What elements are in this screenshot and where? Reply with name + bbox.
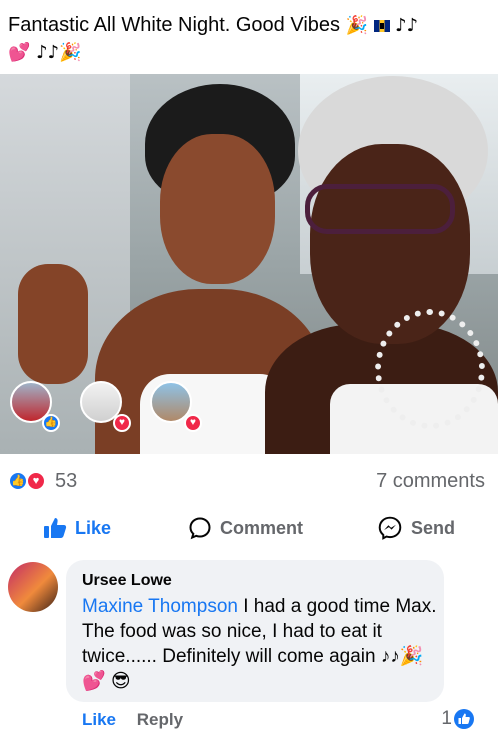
love-badge-icon: ♥ bbox=[113, 414, 131, 432]
messenger-icon bbox=[378, 516, 402, 540]
comment-bubble[interactable]: Ursee Lowe Maxine Thompson I had a good … bbox=[66, 560, 444, 702]
send-button[interactable]: Send bbox=[377, 514, 455, 542]
music-notes-emoji: ♪♪ bbox=[395, 15, 419, 36]
caption-text: Fantastic All White Night. Good Vibes bbox=[8, 14, 341, 36]
comment-reply-button[interactable]: Reply bbox=[137, 710, 183, 729]
like-badge-icon: 👍 bbox=[42, 414, 60, 432]
like-button[interactable]: Like bbox=[43, 514, 111, 542]
comment-text: Maxine Thompson I had a good time Max. T… bbox=[82, 594, 438, 694]
comment-author[interactable]: Ursee Lowe bbox=[82, 572, 172, 590]
post-actions: Like Comment Send bbox=[0, 508, 498, 548]
like-reaction-icon[interactable]: 👍 bbox=[8, 471, 28, 491]
post-photo[interactable]: 👍 ♥ ♥ bbox=[0, 74, 498, 454]
comment-item: Ursee Lowe Maxine Thompson I had a good … bbox=[0, 560, 498, 740]
barbados-flag-icon bbox=[373, 20, 390, 32]
comment-button[interactable]: Comment bbox=[188, 514, 303, 542]
comment-like-button[interactable]: Like bbox=[82, 710, 116, 729]
comments-count[interactable]: 7 comments bbox=[376, 470, 485, 493]
send-label: Send bbox=[411, 517, 456, 538]
reaction-summary: 👍 ♥ 53 7 comments bbox=[0, 468, 498, 498]
caption-emoji-line: 💕 ♪♪🎉 bbox=[8, 42, 82, 63]
comment-actions: Like Reply bbox=[82, 710, 183, 730]
comment-like-count[interactable]: 1 bbox=[441, 708, 474, 730]
like-badge-icon bbox=[454, 709, 474, 729]
comment-mention[interactable]: Maxine Thompson bbox=[82, 596, 238, 617]
love-badge-icon: ♥ bbox=[184, 414, 202, 432]
reaction-count[interactable]: 53 bbox=[55, 470, 77, 493]
post-caption: Fantastic All White Night. Good Vibes 🎉 … bbox=[8, 12, 492, 66]
comment-icon bbox=[189, 517, 211, 540]
comment-label: Comment bbox=[220, 517, 304, 538]
comment-like-number: 1 bbox=[441, 708, 452, 729]
like-label: Like bbox=[75, 517, 112, 538]
love-reaction-icon[interactable]: ♥ bbox=[26, 471, 46, 491]
thumbs-up-icon bbox=[44, 518, 67, 538]
party-popper-emoji: 🎉 bbox=[345, 15, 368, 36]
commenter-avatar[interactable] bbox=[8, 562, 58, 612]
